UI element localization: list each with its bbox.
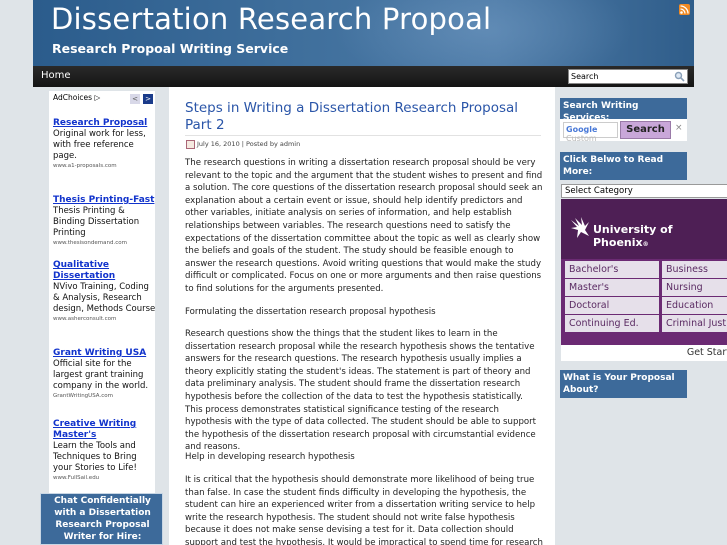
main-content: Steps in Writing a Dissertation Research…: [169, 87, 555, 545]
navbar: Home: [33, 66, 694, 87]
proposal-about-heading: What is Your Proposal About?: [560, 370, 687, 398]
calendar-icon: [186, 140, 195, 149]
uop-criminal-justice-button[interactable]: Criminal Justi: [662, 315, 727, 332]
ad-title-link[interactable]: Creative Writing Master's: [53, 419, 157, 441]
post-paragraph: It is critical that the hypothesis shoul…: [185, 475, 543, 545]
ad-title-link[interactable]: Research Proposal: [53, 118, 157, 129]
uop-education-button[interactable]: Education: [662, 297, 727, 314]
google-brand: Google: [566, 125, 598, 134]
post-subheading: Formulating the dissertation research pr…: [185, 307, 436, 317]
site-tagline: Research Propoal Writing Service: [52, 41, 289, 56]
chat-heading-text: Chat Confidentially with a Dissertation …: [54, 496, 151, 542]
left-sidebar: AdChoices ▷ < > Research Proposal Origin…: [33, 87, 169, 545]
adchoices-label[interactable]: AdChoices ▷: [53, 93, 100, 102]
post-subheading: Help in developing research hypothesis: [185, 452, 355, 462]
site-header: Dissertation Research Propoal Research P…: [33, 0, 694, 66]
uop-name: University of Phoenix®: [593, 223, 673, 249]
ad-item: Creative Writing Master's Learn the Tool…: [53, 419, 157, 483]
ad-box: AdChoices ▷ < > Research Proposal Origin…: [49, 91, 155, 545]
post-paragraph: The research questions in writing a diss…: [185, 158, 543, 294]
google-search-button[interactable]: Search: [620, 121, 671, 139]
ad-url[interactable]: www.thesisondemand.com: [53, 239, 157, 248]
uop-masters-button[interactable]: Master's: [565, 279, 659, 296]
uop-doctoral-button[interactable]: Doctoral: [565, 297, 659, 314]
chat-widget-heading: Chat Confidentially with a Dissertation …: [40, 493, 163, 545]
ad-title-link[interactable]: Grant Writing USA: [53, 348, 157, 359]
site-search-input[interactable]: [569, 70, 673, 83]
site-title[interactable]: Dissertation Research Propoal: [51, 2, 491, 36]
ad-url[interactable]: GrantWritingUSA.com: [53, 392, 157, 401]
ad-prev-button[interactable]: <: [130, 94, 140, 104]
page: Dissertation Research Propoal Research P…: [0, 0, 727, 545]
ad-item: Grant Writing USA Official site for the …: [53, 348, 157, 401]
nav-home-link[interactable]: Home: [41, 70, 71, 81]
ad-url[interactable]: www.asherconsult.com: [53, 315, 157, 324]
ad-title-link[interactable]: Qualitative Dissertation: [53, 260, 157, 282]
post-meta: July 16, 2010 | Posted by admin: [197, 140, 301, 148]
ad-item: Qualitative Dissertation NVivo Training,…: [53, 260, 157, 324]
ad-item: Research Proposal Original work for less…: [53, 118, 157, 171]
ad-url[interactable]: www.a1-proposals.com: [53, 162, 157, 171]
category-select[interactable]: Select Category: [561, 184, 727, 198]
site-search-box: [568, 69, 688, 84]
ad-body: NVivo Training, Coding & Analysis, Resea…: [53, 282, 156, 314]
ad-next-button[interactable]: >: [143, 94, 153, 104]
google-search-box: Google Custom Search ×: [560, 119, 687, 143]
ad-item: Thesis Printing-Fast Thesis Printing & B…: [53, 195, 157, 248]
ad-url[interactable]: www.FullSail.edu: [53, 474, 157, 483]
click-below-heading: Click Belwo to Read More:: [560, 152, 687, 180]
uop-ad[interactable]: University of Phoenix® Bachelor's Busine…: [561, 199, 727, 361]
uop-nursing-button[interactable]: Nursing: [662, 279, 727, 296]
post-paragraph: Research questions show the things that …: [185, 329, 537, 453]
ad-body: Thesis Printing & Binding Dissertation P…: [53, 206, 140, 238]
post-title[interactable]: Steps in Writing a Dissertation Research…: [185, 100, 545, 134]
ad-body: Learn the Tools and Techniques to Bring …: [53, 441, 137, 473]
google-search-input[interactable]: Google Custom: [563, 122, 618, 143]
google-placeholder: Custom: [566, 134, 597, 143]
uop-logo-area: University of Phoenix®: [561, 199, 727, 259]
ad-body: Official site for the largest grant trai…: [53, 359, 149, 391]
uop-business-button[interactable]: Business: [662, 261, 727, 278]
uop-continuing-ed-button[interactable]: Continuing Ed.: [565, 315, 659, 332]
ad-body: Original work for less, with free refere…: [53, 129, 146, 161]
uop-get-started-button[interactable]: Get Start: [561, 345, 727, 361]
rss-icon[interactable]: [679, 4, 690, 15]
search-icon[interactable]: [674, 71, 685, 82]
title-divider: [185, 135, 541, 136]
google-clear-icon[interactable]: ×: [675, 123, 683, 133]
uop-bachelors-button[interactable]: Bachelor's: [565, 261, 659, 278]
ad-title-link[interactable]: Thesis Printing-Fast: [53, 195, 157, 206]
phoenix-bird-icon: [571, 217, 589, 238]
